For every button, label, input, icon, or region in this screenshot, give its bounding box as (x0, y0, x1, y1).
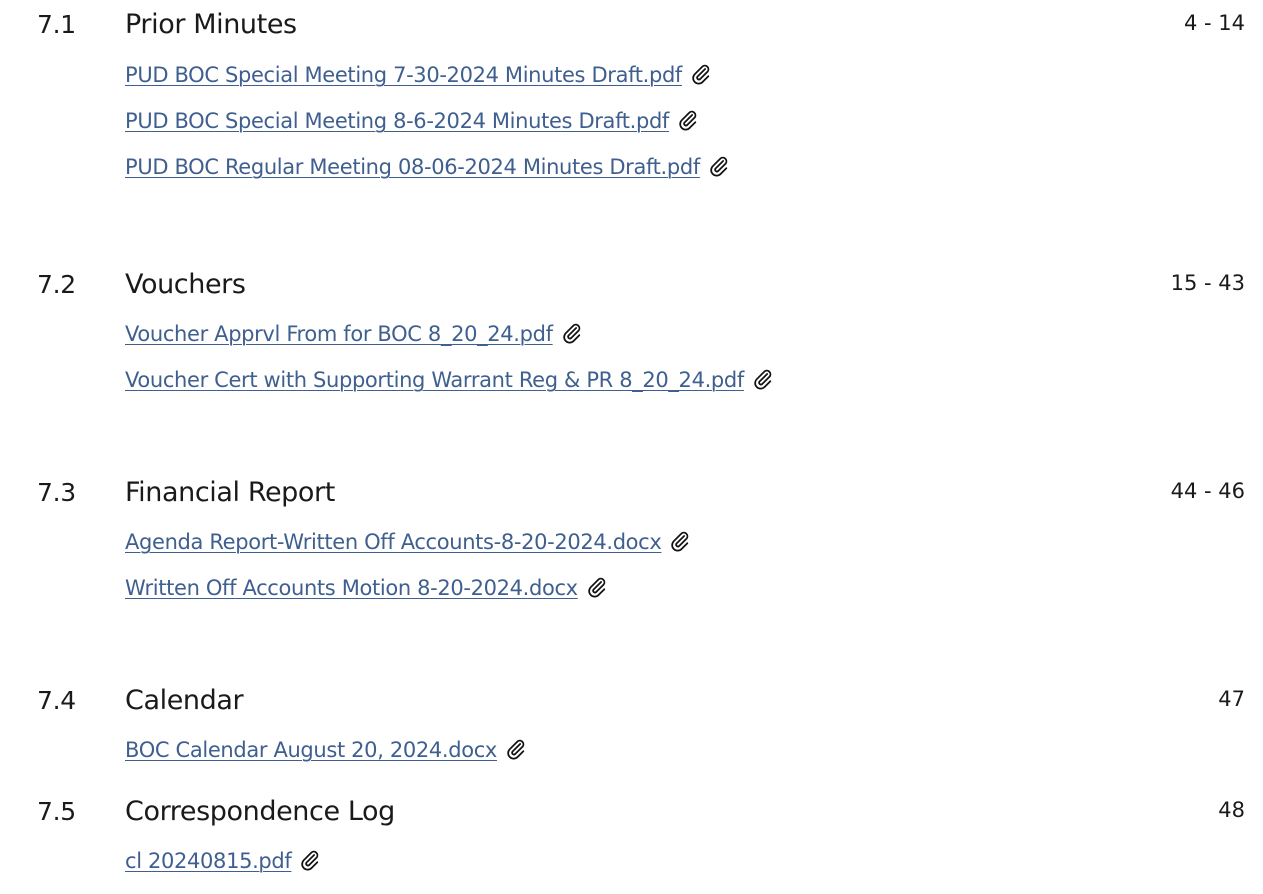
attachment-item: Agenda Report-Written Off Accounts-8-20-… (125, 528, 691, 574)
attachment-link[interactable]: PUD BOC Regular Meeting 08-06-2024 Minut… (125, 153, 700, 181)
attachment-item: PUD BOC Special Meeting 8-6-2024 Minutes… (125, 107, 730, 153)
item-number: 7.5 (37, 797, 76, 826)
attachment-link[interactable]: Written Off Accounts Motion 8-20-2024.do… (125, 574, 578, 602)
attachment-link[interactable]: Voucher Apprvl From for BOC 8_20_24.pdf (125, 320, 553, 348)
attachment-list: Voucher Apprvl From for BOC 8_20_24.pdf … (125, 320, 774, 412)
paperclip-icon[interactable] (752, 368, 774, 390)
attachment-list: cl 20240815.pdf (125, 847, 321, 893)
attachment-item: Voucher Apprvl From for BOC 8_20_24.pdf (125, 320, 774, 366)
attachment-item: PUD BOC Regular Meeting 08-06-2024 Minut… (125, 153, 730, 199)
attachment-item: Voucher Cert with Supporting Warrant Reg… (125, 366, 774, 412)
attachment-list: Agenda Report-Written Off Accounts-8-20-… (125, 528, 691, 620)
paperclip-icon[interactable] (299, 849, 321, 871)
attachment-list: BOC Calendar August 20, 2024.docx (125, 736, 527, 782)
item-title: Financial Report (125, 477, 335, 508)
paperclip-icon[interactable] (677, 109, 699, 131)
item-title: Prior Minutes (125, 9, 297, 40)
page-range: 47 (1218, 687, 1245, 711)
attachment-link[interactable]: PUD BOC Special Meeting 8-6-2024 Minutes… (125, 107, 669, 135)
attachment-item: BOC Calendar August 20, 2024.docx (125, 736, 527, 782)
attachment-link[interactable]: Voucher Cert with Supporting Warrant Reg… (125, 366, 744, 394)
item-title: Vouchers (125, 269, 246, 300)
paperclip-icon[interactable] (708, 155, 730, 177)
attachment-item: Written Off Accounts Motion 8-20-2024.do… (125, 574, 691, 620)
item-number: 7.4 (37, 686, 76, 715)
attachment-list: PUD BOC Special Meeting 7-30-2024 Minute… (125, 61, 730, 199)
page-range: 48 (1218, 798, 1245, 822)
paperclip-icon[interactable] (561, 322, 583, 344)
paperclip-icon[interactable] (690, 63, 712, 85)
item-title: Correspondence Log (125, 796, 395, 827)
attachment-link[interactable]: Agenda Report-Written Off Accounts-8-20-… (125, 528, 662, 556)
item-number: 7.1 (37, 10, 76, 39)
item-number: 7.2 (37, 270, 76, 299)
paperclip-icon[interactable] (669, 530, 691, 552)
page-range: 15 - 43 (1170, 271, 1245, 295)
paperclip-icon[interactable] (586, 576, 608, 598)
page-range: 44 - 46 (1170, 479, 1245, 503)
attachment-link[interactable]: cl 20240815.pdf (125, 847, 292, 875)
attachment-item: cl 20240815.pdf (125, 847, 321, 893)
attachment-link[interactable]: BOC Calendar August 20, 2024.docx (125, 736, 497, 764)
page-range: 4 - 14 (1183, 11, 1245, 35)
item-title: Calendar (125, 685, 244, 716)
paperclip-icon[interactable] (505, 738, 527, 760)
attachment-item: PUD BOC Special Meeting 7-30-2024 Minute… (125, 61, 730, 107)
item-number: 7.3 (37, 478, 76, 507)
attachment-link[interactable]: PUD BOC Special Meeting 7-30-2024 Minute… (125, 61, 682, 89)
